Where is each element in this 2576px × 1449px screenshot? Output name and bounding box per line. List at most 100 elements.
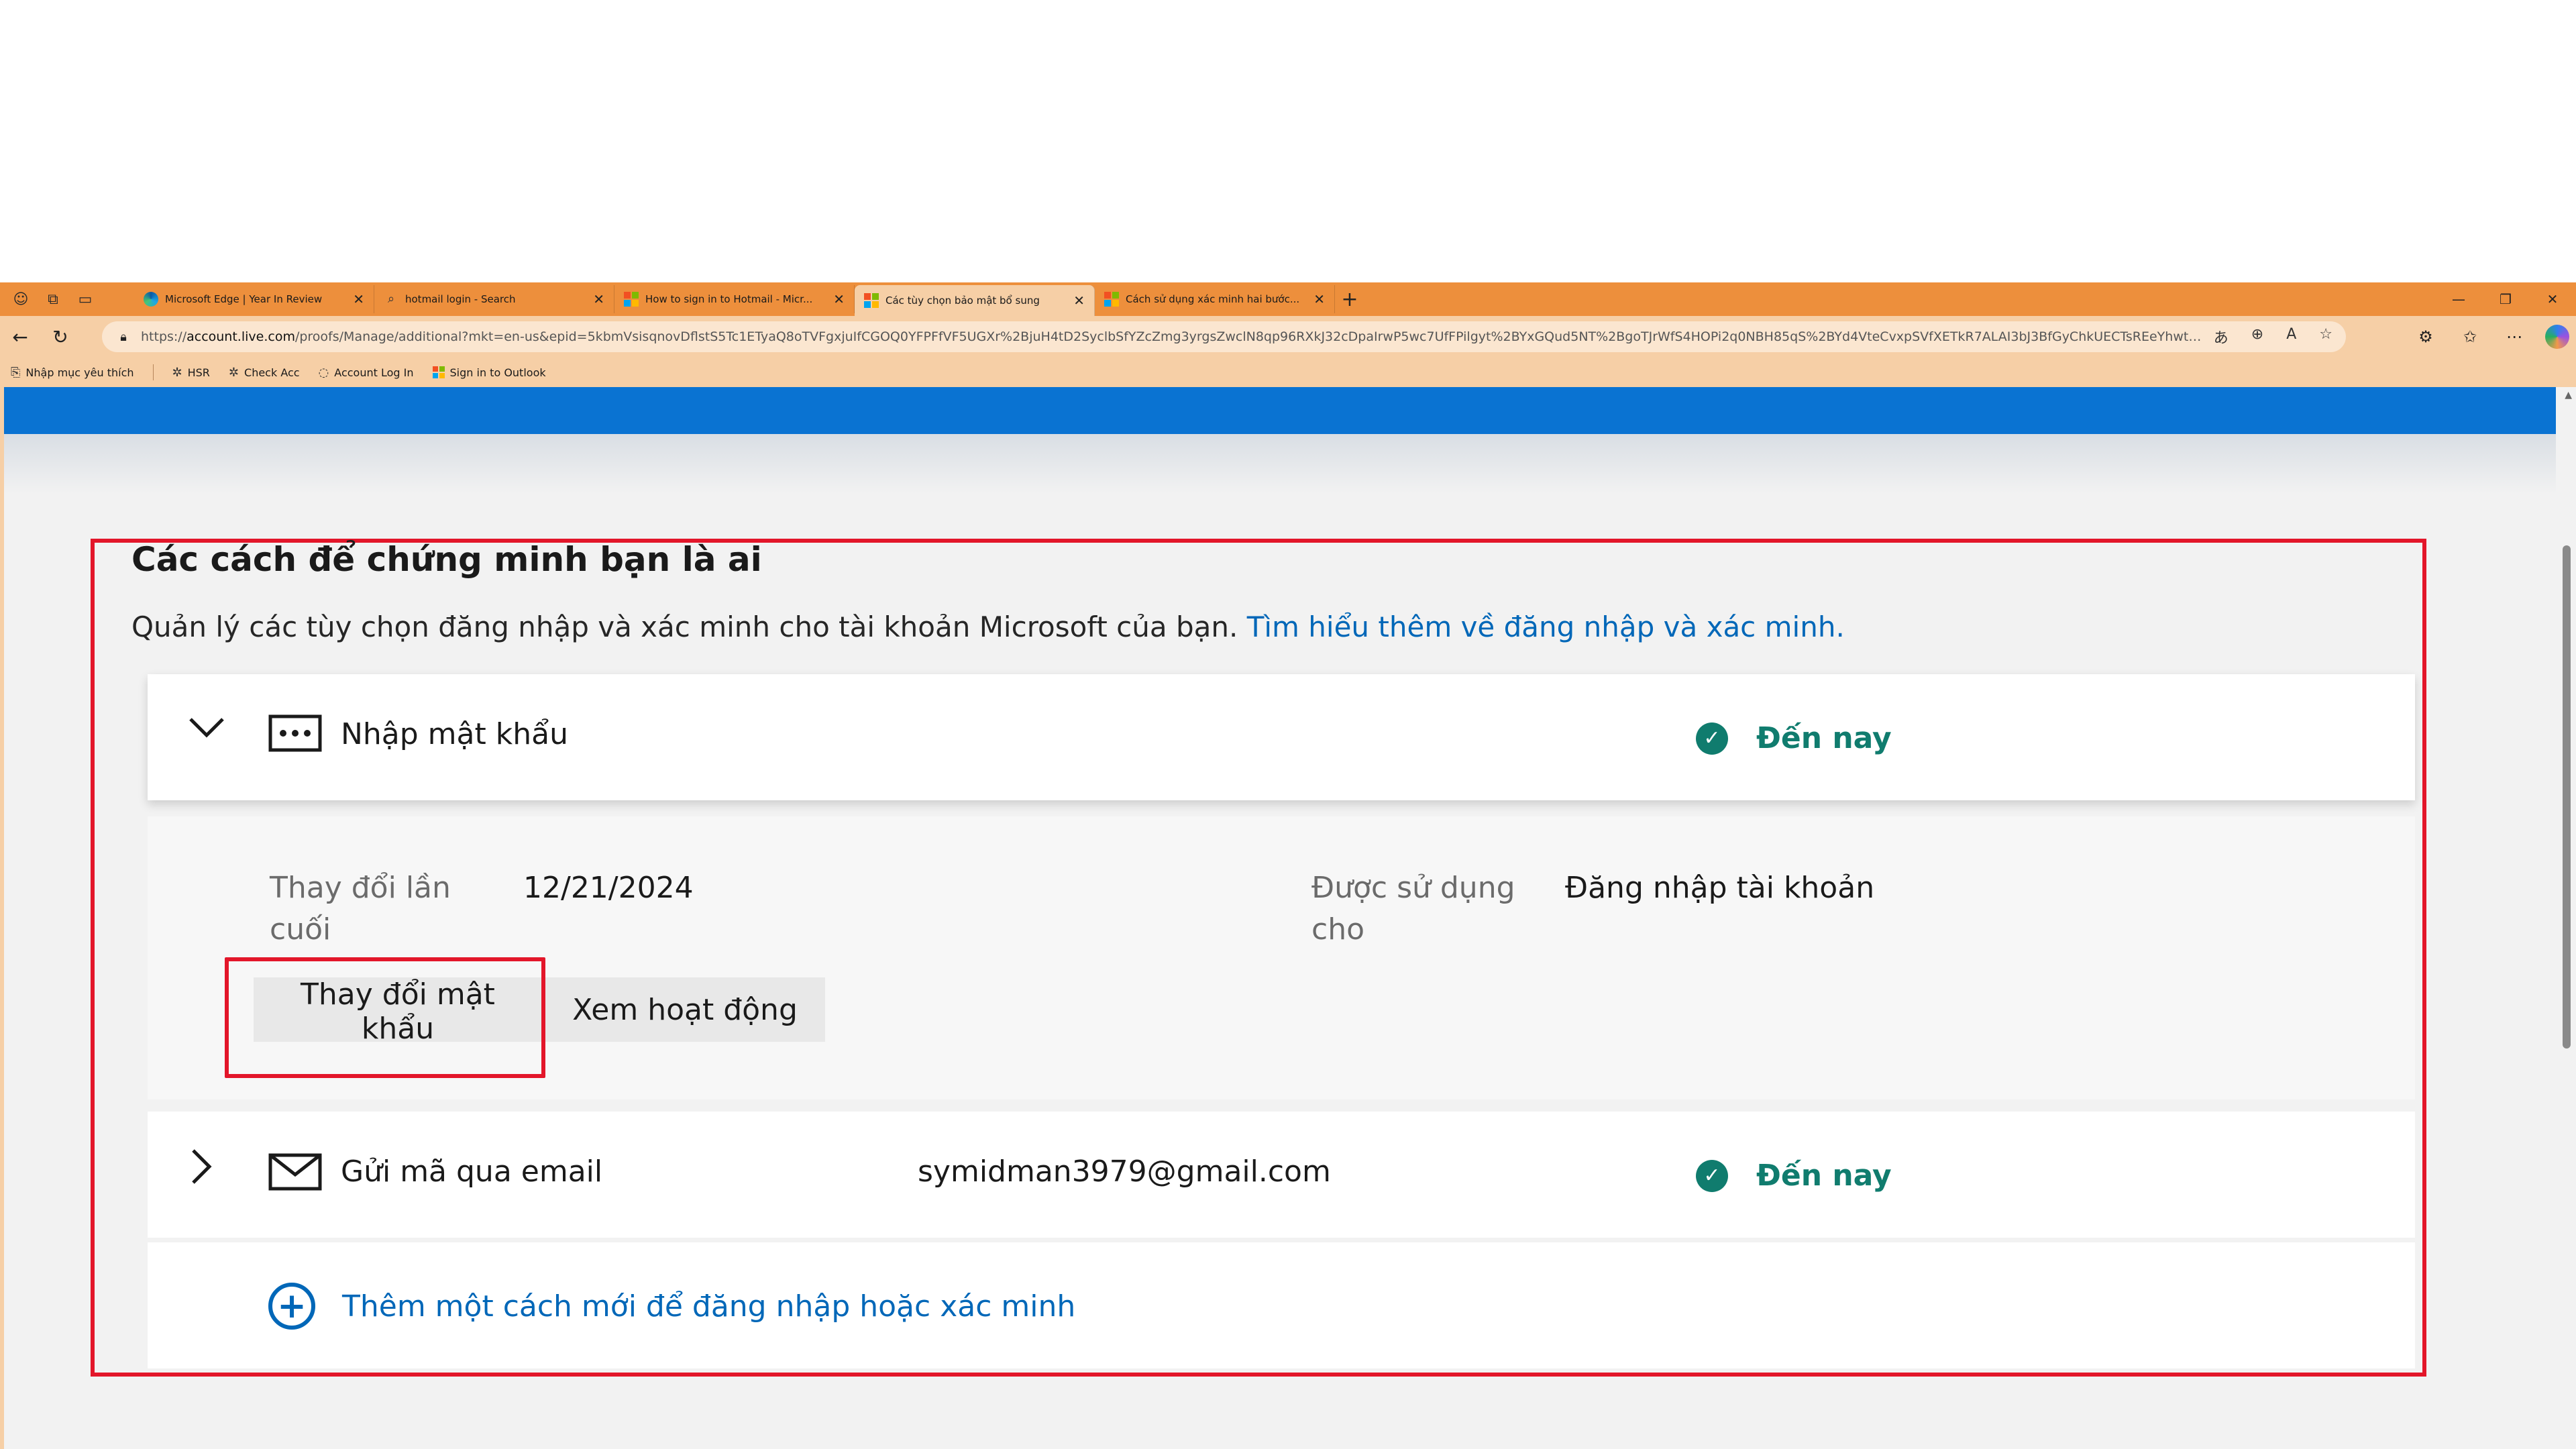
tab-hotmail-search[interactable]: ⌕ hotmail login - Search ✕ (374, 285, 614, 313)
status-text: Đến nay (1756, 721, 1892, 755)
plus-circle-icon: + (268, 1283, 315, 1330)
microsoft-icon (432, 366, 445, 378)
tab-title: hotmail login - Search (405, 293, 516, 305)
tab-title: Microsoft Edge | Year In Review (165, 293, 323, 305)
close-icon[interactable]: ✕ (1313, 291, 1325, 307)
change-password-highlight (225, 957, 545, 1078)
extensions-icon[interactable]: ⚙ (2412, 323, 2439, 350)
restore-icon[interactable]: ❐ (2482, 282, 2529, 316)
tab-year-in-review[interactable]: Microsoft Edge | Year In Review ✕ (134, 285, 374, 313)
bookmark-import-favorites[interactable]: ⎘ Nhập mục yêu thích (11, 366, 134, 380)
url-text[interactable]: https://account.live.com/proofs/Manage/a… (141, 329, 2204, 344)
page-content: ▲ Các cách để chứng minh bạn là ai Quản … (0, 387, 2576, 1449)
bookmark-label: Nhập mục yêu thích (25, 366, 134, 379)
close-icon[interactable]: ✕ (1073, 292, 1085, 309)
close-icon[interactable]: ✕ (353, 291, 364, 307)
tab-actions-icon[interactable]: ▭ (74, 288, 97, 311)
url-scheme: https:// (141, 329, 187, 344)
bookmark-account-log-in[interactable]: ◌ Account Log In (319, 366, 414, 380)
refresh-icon[interactable]: ↻ (40, 320, 80, 354)
microsoft-icon (864, 293, 879, 308)
add-method-label: Thêm một cách mới để đăng nhập hoặc xác … (342, 1289, 1076, 1324)
microsoft-icon (624, 292, 639, 307)
tab-two-step-verification[interactable]: Cách sử dụng xác minh hai bước... ✕ (1095, 285, 1335, 313)
password-status: ✓ Đến nay (1696, 721, 1892, 755)
edge-icon (144, 292, 158, 307)
bookmark-hsr[interactable]: ✲ HSR (172, 366, 210, 380)
browser-tab-strip: ☺ ⧉ ▭ Microsoft Edge | Year In Review ✕ … (0, 282, 2576, 316)
bookmark-label: Sign in to Outlook (449, 366, 546, 379)
close-icon[interactable]: ✕ (593, 291, 604, 307)
bookmark-separator (152, 364, 154, 380)
learn-more-link[interactable]: Tìm hiểu thêm về đăng nhập và xác minh. (1247, 610, 1845, 643)
add-method-link[interactable]: + Thêm một cách mới để đăng nhập hoặc xá… (268, 1283, 1075, 1330)
scrollbar-thumb[interactable] (2563, 545, 2571, 1049)
loading-icon: ◌ (318, 365, 329, 380)
chevron-down-icon[interactable] (188, 709, 225, 749)
workspaces-icon[interactable]: ⧉ (42, 288, 64, 311)
used-for-value: Đăng nhập tài khoản (1565, 871, 1875, 905)
zoom-icon[interactable]: ⊕ (2251, 326, 2263, 347)
last-changed-value: 12/21/2024 (523, 871, 694, 905)
password-icon (268, 714, 322, 755)
bookmark-check-acc[interactable]: ✲ Check Acc (229, 366, 300, 380)
close-window-icon[interactable]: ✕ (2529, 282, 2576, 316)
read-aloud-icon[interactable]: A (2286, 326, 2296, 347)
tab-title: Các tùy chọn bảo mật bổ sung (885, 294, 1040, 307)
section-title: Các cách để chứng minh bạn là ai (131, 540, 762, 579)
last-changed-label: Thay đổi lần cuối (270, 871, 451, 947)
toolbar-right: ⚙ ✩ ⋯ (2412, 320, 2569, 354)
check-circle-icon: ✓ (1696, 1159, 1728, 1192)
email-method-row[interactable]: Gửi mã qua email symidman3979@gmail.com … (148, 1112, 2415, 1238)
mail-icon (268, 1153, 322, 1193)
header-shadow (4, 434, 2556, 494)
bookmark-label: Account Log In (334, 366, 414, 379)
tab-title: How to sign in to Hotmail - Micr... (645, 293, 813, 305)
bookmark-label: HSR (187, 366, 210, 379)
screenshot-stage: ☺ ⧉ ▭ Microsoft Edge | Year In Review ✕ … (0, 0, 2576, 1449)
more-icon[interactable]: ⋯ (2501, 323, 2528, 350)
new-tab-button[interactable]: + (1335, 284, 1364, 314)
email-status: ✓ Đến nay (1696, 1159, 1892, 1193)
favorites-icon[interactable]: ✩ (2457, 323, 2483, 350)
microsoft-icon (1104, 292, 1119, 307)
window-controls: — ❐ ✕ (2435, 282, 2576, 316)
page-scrollbar[interactable]: ▲ (2557, 387, 2576, 1449)
close-icon[interactable]: ✕ (833, 291, 845, 307)
used-for-label: Được sử dụng cho (1311, 871, 1515, 947)
url-host: account.live.com (186, 329, 295, 344)
lock-icon[interactable]: 🔒︎ (115, 323, 131, 350)
address-bar-actions: あ ⊕ A ☆ (2214, 326, 2332, 347)
puzzle-icon: ✲ (172, 365, 182, 380)
tab-how-to-sign-in[interactable]: How to sign in to Hotmail - Micr... ✕ (614, 285, 855, 313)
import-favorites-icon: ⎘ (11, 365, 21, 380)
tab-strip-left-icons: ☺ ⧉ ▭ (0, 288, 134, 311)
address-bar[interactable]: 🔒︎ https://account.live.com/proofs/Manag… (102, 321, 2346, 352)
section-description: Quản lý các tùy chọn đăng nhập và xác mi… (131, 610, 1845, 643)
password-method-label: Nhập mật khẩu (341, 717, 568, 751)
bookmarks-bar: ⎘ Nhập mục yêu thích ✲ HSR ✲ Check Acc ◌… (0, 358, 2576, 387)
page-header-band (4, 387, 2556, 434)
email-address: symidman3979@gmail.com (918, 1155, 1331, 1189)
password-method-row[interactable]: Nhập mật khẩu ✓ Đến nay (148, 674, 2415, 800)
translate-icon[interactable]: あ (2214, 326, 2229, 347)
tab-security-options[interactable]: Các tùy chọn bảo mật bổ sung ✕ (855, 285, 1095, 316)
back-icon[interactable]: ← (0, 320, 40, 354)
bookmark-label: Check Acc (244, 366, 300, 379)
minimize-icon[interactable]: — (2435, 282, 2482, 316)
bookmark-sign-in-outlook[interactable]: Sign in to Outlook (432, 366, 546, 379)
profile-icon[interactable]: ☺ (9, 288, 32, 311)
url-path: /proofs/Manage/additional?mkt=en-us&epid… (294, 329, 2204, 344)
scroll-up-icon[interactable]: ▲ (2565, 390, 2572, 400)
check-circle-icon: ✓ (1696, 722, 1728, 755)
page-left-edge (0, 387, 4, 1449)
tab-title: Cách sử dụng xác minh hai bước... (1126, 293, 1300, 305)
chevron-right-icon[interactable] (188, 1148, 215, 1194)
copilot-icon[interactable] (2545, 325, 2569, 349)
view-activity-button[interactable]: Xem hoạt động (545, 977, 825, 1042)
browser-toolbar: ← ↻ 🔒︎ https://account.live.com/proofs/M… (0, 316, 2576, 358)
favorite-star-icon[interactable]: ☆ (2319, 326, 2332, 347)
email-method-label: Gửi mã qua email (341, 1155, 603, 1189)
puzzle-icon: ✲ (228, 365, 239, 380)
description-text: Quản lý các tùy chọn đăng nhập và xác mi… (131, 610, 1238, 643)
